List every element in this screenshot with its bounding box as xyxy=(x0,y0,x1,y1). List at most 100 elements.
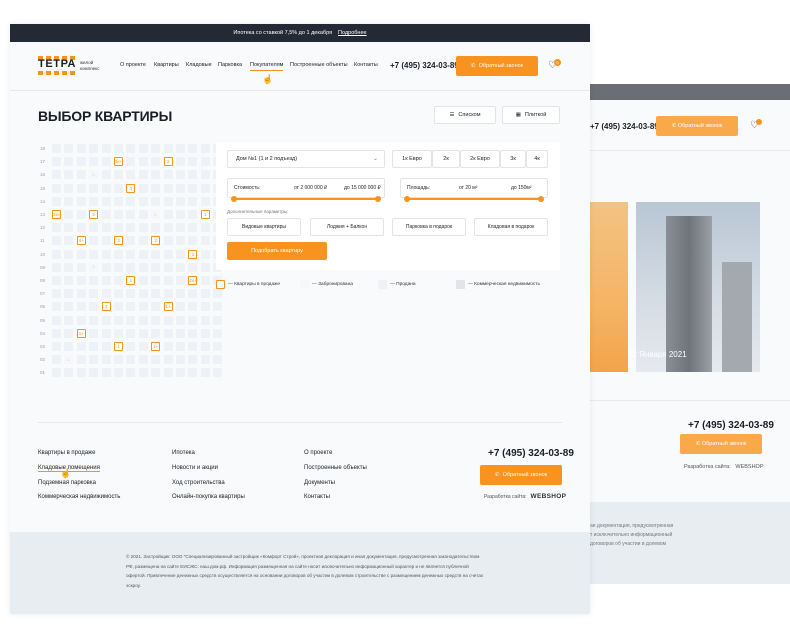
price-range-slider[interactable]: Стоимость: от 2 000 000 ₽ до 15 000 000 … xyxy=(227,178,385,202)
apartment-cell-sold xyxy=(114,315,123,325)
footer-link-news[interactable]: Новости и акции xyxy=(172,465,218,471)
apartment-cell-sold xyxy=(52,236,61,246)
apartment-cell-sold xyxy=(176,196,185,206)
apartment-cell-reserved[interactable]: ⌂ xyxy=(89,170,99,180)
apartment-cell-sold xyxy=(114,328,123,338)
rooms-option-3k[interactable]: 3к xyxy=(500,150,526,168)
apartment-cell-sold xyxy=(126,289,136,299)
footer-link-built[interactable]: Построенные объекты xyxy=(304,465,367,471)
apartment-cell-sold xyxy=(213,328,223,338)
apartment-cell-sold xyxy=(64,249,74,259)
area-min-handle[interactable] xyxy=(404,196,410,202)
footer-phone[interactable]: +7 (495) 324-03-89 xyxy=(488,448,574,459)
footer-link-about[interactable]: О проекте xyxy=(304,450,332,456)
rooms-option-2k[interactable]: 2к xyxy=(432,150,460,168)
nav-item-built-objects[interactable]: Построенные объекты xyxy=(290,62,348,68)
back-footer-callback-button[interactable]: ✆ Обратный звонок xyxy=(680,434,762,454)
view-list-button[interactable]: ☰ Списком xyxy=(434,106,496,124)
apartment-cell-available[interactable]: 1 xyxy=(200,210,210,219)
promo-link[interactable]: Подробнее xyxy=(338,30,367,36)
apartment-cell-reserved[interactable]: ⌂ xyxy=(89,262,99,272)
extra-view-apartments[interactable]: Видовые квартиры xyxy=(227,218,301,236)
apartment-cell-sold xyxy=(101,223,111,233)
header-phone[interactable]: +7 (495) 324-03-89 xyxy=(390,61,459,70)
extra-parking-gift[interactable]: Парковка в подарок xyxy=(392,218,466,236)
apartment-cell-sold xyxy=(163,328,173,338)
back-phone[interactable]: +7 (495) 324-03-89 xyxy=(590,122,659,131)
apartment-cell-available[interactable]: 2к+ xyxy=(188,276,198,285)
apartment-cell-available[interactable]: 1к+ xyxy=(114,157,123,167)
apartment-cell-sold xyxy=(138,157,148,167)
footer-link-mortgage[interactable]: Ипотека xyxy=(172,450,195,456)
apartment-cell-sold xyxy=(76,342,86,351)
area-from: от 20 м² xyxy=(459,185,478,191)
nav-item-apartments[interactable]: Квартиры xyxy=(154,62,179,68)
floor-number: 07 xyxy=(40,291,46,297)
apartment-cell-sold xyxy=(138,315,148,325)
footer-link-documents[interactable]: Документы xyxy=(304,480,335,486)
area-max-handle[interactable] xyxy=(538,196,544,202)
nav-item-buyers[interactable]: Покупателям xyxy=(250,62,284,71)
apartment-cell-available[interactable]: 2 xyxy=(89,210,99,219)
view-tiles-label: Плиткой xyxy=(524,112,547,118)
view-tiles-button[interactable]: ▦ Плиткой xyxy=(502,106,560,124)
apartment-cell-available[interactable]: 3 xyxy=(188,249,198,259)
apartment-cell-available[interactable]: 2к+ xyxy=(52,210,61,219)
apartment-cell-sold xyxy=(89,315,99,325)
apartment-cell-available[interactable]: 1+ xyxy=(76,328,86,338)
footer-link-parking[interactable]: Подземная парковка xyxy=(38,480,96,486)
nav-item-about[interactable]: О проекте xyxy=(120,62,146,68)
rooms-option-4k[interactable]: 4к xyxy=(526,150,548,168)
area-to: до 150м² xyxy=(511,185,532,191)
apartment-cell-available[interactable]: 2 xyxy=(163,157,173,167)
news-image-left[interactable] xyxy=(590,202,628,372)
apartment-cell-reserved[interactable]: ⌂ xyxy=(64,355,74,365)
nav-item-contacts[interactable]: Контакты xyxy=(354,62,378,68)
footer-link-contacts[interactable]: Контакты xyxy=(304,494,330,500)
apartment-cell-available[interactable]: 4+ xyxy=(76,236,86,246)
news-image-building[interactable] xyxy=(636,202,760,372)
area-range-slider[interactable]: Площадь: от 20 м² до 150м² xyxy=(400,178,548,202)
footer-callback-button[interactable]: ✆ Обратный звонок xyxy=(480,465,562,485)
price-max-handle[interactable] xyxy=(375,196,381,202)
apartment-cell-available[interactable]: 3 xyxy=(126,183,136,193)
footer-link-online-purchase[interactable]: Онлайн-покупка квартиры xyxy=(172,494,245,500)
callback-button[interactable]: ✆ Обратный звонок xyxy=(456,56,538,76)
back-developer[interactable]: Разработка сайта: WEBSHOP xyxy=(684,464,764,470)
apartment-cell-sold xyxy=(101,144,111,153)
developer-credit[interactable]: Разработка сайта: WEBSHOP xyxy=(484,493,566,500)
logo[interactable]: ТЕТРА xyxy=(38,58,76,70)
extra-storage-gift[interactable]: Кладовая в подарок xyxy=(474,218,548,236)
apartment-cell-sold xyxy=(114,355,123,365)
apartment-cell-available[interactable]: 2 xyxy=(151,236,161,246)
apartment-cell-available[interactable]: 1+ xyxy=(151,342,161,351)
apartment-cell-sold xyxy=(151,368,161,378)
submit-filter-button[interactable]: Подобрать квартиру xyxy=(227,242,327,260)
footer-link-apartments-sale[interactable]: Квартиры в продаже xyxy=(38,450,95,456)
favorites-badge: 0 xyxy=(554,59,561,66)
apartment-cell-available[interactable]: 1 xyxy=(126,276,136,285)
apartment-cell-sold xyxy=(200,262,210,272)
apartment-cell-sold xyxy=(176,315,185,325)
apartment-cell-available[interactable]: 2 xyxy=(101,302,111,312)
extra-loggia-balcony[interactable]: Лоджия + Балкон xyxy=(310,218,384,236)
apartment-cell-sold xyxy=(101,355,111,365)
footer-link-commercial[interactable]: Коммерческая недвижимость xyxy=(38,494,120,500)
footer-link-construction[interactable]: Ход строительства xyxy=(172,480,225,486)
apartment-cell-sold xyxy=(200,183,210,193)
apartment-cell-reserved[interactable]: ⌂ xyxy=(151,210,161,219)
rooms-option-1k-euro[interactable]: 1к Евро xyxy=(392,150,432,168)
apartment-cell-available[interactable]: 1+ xyxy=(163,302,173,312)
floor-number: 01 xyxy=(40,370,46,376)
copyright-text: © 2021. Застройщик: ООО "Специализирован… xyxy=(126,554,484,588)
apartment-cell-available[interactable]: 3 xyxy=(114,236,123,246)
back-callback-button[interactable]: ✆ Обратный звонок xyxy=(656,116,738,136)
rooms-option-2k-euro[interactable]: 2к Евро xyxy=(460,150,500,168)
nav-item-storage[interactable]: Кладовые xyxy=(186,62,212,68)
apartment-cell-sold xyxy=(89,249,99,259)
house-select[interactable]: Дом №1 (1 и 2 подъезд) ⌄ xyxy=(227,150,385,168)
back-footer-phone[interactable]: +7 (495) 324-03-89 xyxy=(688,420,774,431)
apartment-cell-available[interactable]: 1 xyxy=(114,342,123,351)
nav-item-parking[interactable]: Парковка xyxy=(218,62,242,68)
price-min-handle[interactable] xyxy=(231,196,237,202)
